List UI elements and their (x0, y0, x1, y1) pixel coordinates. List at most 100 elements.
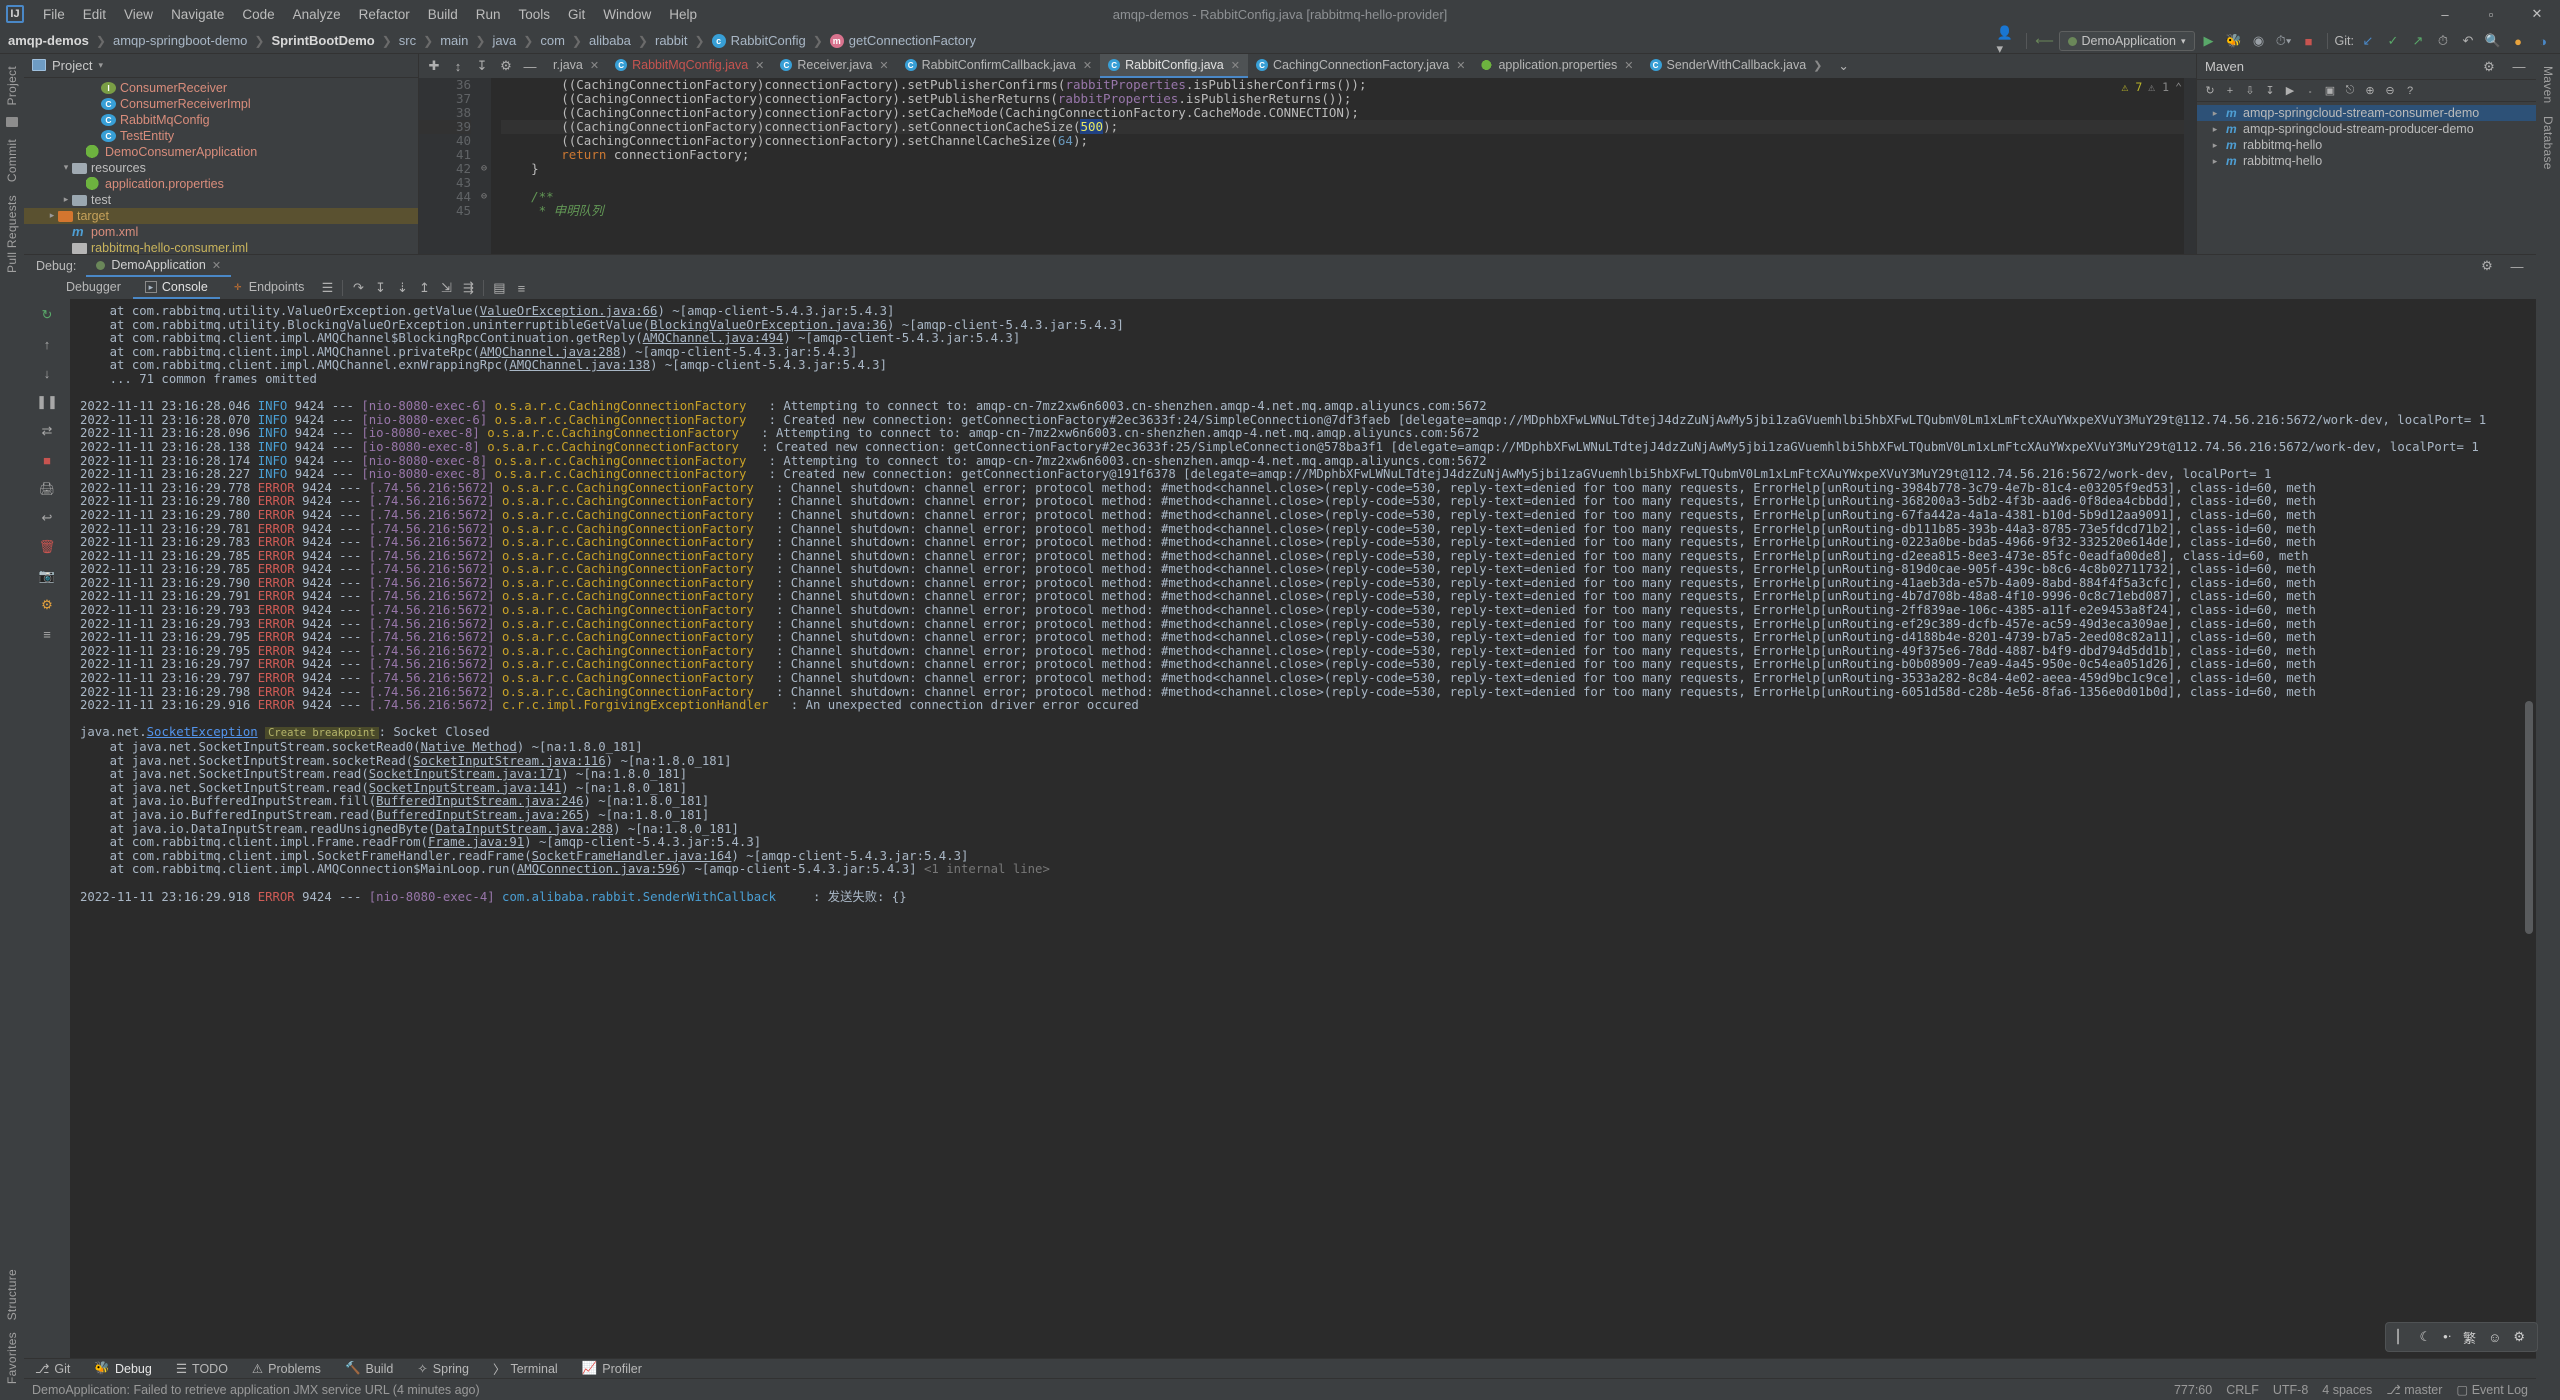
step-out-icon[interactable]: ↥ (413, 277, 435, 299)
maven-skip-tests-icon[interactable]: 𝅃 (2301, 82, 2319, 100)
indent-setting[interactable]: 4 spaces (2322, 1383, 2372, 1397)
chevron-down-icon[interactable]: ▾ (98, 60, 103, 71)
ime-bar-icon[interactable]: ▏ (2398, 1329, 2408, 1345)
fold-marker[interactable] (477, 134, 491, 148)
git-commit-icon[interactable]: ✓ (2382, 30, 2404, 52)
tab-console[interactable]: ▸ Console (132, 277, 220, 299)
console-stack-line[interactable]: at com.rabbitmq.client.impl.AMQChannel.p… (80, 345, 2536, 360)
code-line[interactable]: ((CachingConnectionFactory)connectionFac… (501, 119, 2184, 134)
chevron-right-icon[interactable]: ▸ (2209, 140, 2221, 151)
run-to-cursor-icon[interactable]: ⇶ (457, 277, 479, 299)
breadcrumb-item-6[interactable]: com (540, 33, 565, 48)
layout-settings-icon[interactable]: ≡ (510, 277, 532, 299)
console-stack-line[interactable]: at com.rabbitmq.utility.ValueOrException… (80, 304, 2536, 319)
ime-pinyin-icon[interactable]: •ᐧ (2443, 1329, 2451, 1345)
console-stack-line[interactable]: at java.io.BufferedInputStream.read(Buff… (80, 808, 2536, 823)
maven-download-icon[interactable]: ↧ (2261, 82, 2279, 100)
strip-item-structure[interactable]: Structure (5, 1269, 19, 1320)
code-line[interactable]: ((CachingConnectionFactory)connectionFac… (501, 92, 2184, 106)
menu-item-refactor[interactable]: Refactor (350, 5, 419, 24)
menu-item-help[interactable]: Help (660, 5, 706, 24)
close-icon[interactable]: ✕ (879, 59, 888, 72)
breadcrumb-item-3[interactable]: src (399, 33, 416, 48)
inspection-widget[interactable]: ⚠ 7 ⚠ 1 ⌃ (2121, 80, 2182, 94)
chevron-right-icon[interactable]: ▸ (60, 194, 72, 205)
chevron-down-icon[interactable]: ▾ (60, 162, 72, 173)
close-icon[interactable]: ✕ (1231, 59, 1240, 72)
maven-tree[interactable]: ▸ m amqp-springcloud-stream-consumer-demo ▸… (2197, 102, 2536, 169)
tab-endpoints[interactable]: ✛ Endpoints (220, 277, 317, 299)
console-stack-line[interactable]: at java.net.SocketInputStream.read(Socke… (80, 767, 2536, 782)
ime-settings-icon[interactable]: ⚙ (2513, 1329, 2525, 1345)
revert-icon[interactable]: ↶ (2457, 30, 2479, 52)
run-configuration-selector[interactable]: DemoApplication ▾ (2058, 31, 2195, 51)
close-icon[interactable]: ✕ (590, 59, 599, 72)
menu-item-analyze[interactable]: Analyze (284, 5, 350, 24)
tool-button-git[interactable]: ⎇ Git (32, 1359, 73, 1378)
ime-traditional-icon[interactable]: 繁 (2463, 1328, 2476, 1347)
source-link[interactable]: Native Method (421, 740, 517, 754)
maven-run-icon[interactable]: ▶ (2281, 82, 2299, 100)
editor-tab-6[interactable]: application.properties ✕ (1473, 54, 1641, 78)
tree-node[interactable]: m pom.xml (24, 224, 418, 240)
source-link[interactable]: SocketInputStream.java:116 (413, 754, 606, 768)
fold-marker[interactable] (477, 92, 491, 106)
breadcrumb-item-5[interactable]: java (492, 33, 516, 48)
close-icon[interactable]: ✕ (755, 59, 764, 72)
search-icon[interactable]: 🔍 (2482, 30, 2504, 52)
breadcrumb-item-2[interactable]: SprintBootDemo (271, 33, 374, 48)
editor-tab-0[interactable]: r.java ✕ (545, 54, 607, 78)
close-icon[interactable]: ✕ (1624, 59, 1633, 72)
fold-marker[interactable] (477, 176, 491, 190)
code-area[interactable]: 36 37 38 39 40 41 42 43 44 45 ⊖ ⊖ ((CachingConnect… (419, 78, 2196, 254)
step-into-icon[interactable]: ↧ (369, 277, 391, 299)
editor-tab-3[interactable]: C RabbitConfirmCallback.java ✕ (897, 54, 1100, 78)
code-line[interactable]: ((CachingConnectionFactory)connectionFac… (501, 134, 2184, 148)
menu-item-run[interactable]: Run (467, 5, 510, 24)
fold-marker[interactable] (477, 148, 491, 162)
maven-tree-node[interactable]: ▸ m amqp-springcloud-stream-producer-demo (2197, 121, 2536, 137)
chevron-right-icon[interactable]: ▸ (2209, 108, 2221, 119)
maven-expand-icon[interactable]: ⊕ (2361, 82, 2379, 100)
caret-position[interactable]: 777:60 (2174, 1383, 2212, 1397)
maven-reload-icon[interactable]: ↻ (2201, 82, 2219, 100)
menu-item-git[interactable]: Git (559, 5, 594, 24)
console-stack-line[interactable]: at java.net.SocketInputStream.socketRead… (80, 740, 2536, 755)
editor-tab-2[interactable]: C Receiver.java ✕ (772, 54, 896, 78)
console-menu-icon[interactable]: ☰ (316, 277, 338, 299)
tool-button-debug[interactable]: 🐝 Debug (91, 1359, 154, 1378)
strip-item-project[interactable]: Project (5, 66, 19, 105)
close-icon[interactable]: ✕ (1456, 59, 1465, 72)
fold-marker[interactable] (477, 120, 491, 134)
strip-item-database[interactable]: Database (2541, 116, 2555, 170)
menu-item-navigate[interactable]: Navigate (162, 5, 233, 24)
fold-gutter[interactable]: ⊖ ⊖ (477, 78, 491, 254)
source-link[interactable]: BlockingValueOrException.java:36 (650, 318, 887, 332)
git-branch[interactable]: ⎇ master (2386, 1382, 2442, 1397)
tab-overflow-button[interactable]: ⌄ (1830, 54, 1856, 78)
force-step-into-icon[interactable]: ⇣ (391, 277, 413, 299)
code-line[interactable]: ((CachingConnectionFactory)connectionFac… (501, 78, 2184, 92)
maven-add-icon[interactable]: + (2221, 82, 2239, 100)
back-arrow-icon[interactable]: ⟵ (2034, 30, 2056, 52)
code-line[interactable] (501, 176, 2184, 190)
hide-icon[interactable]: — (519, 55, 541, 77)
tree-node[interactable]: ▸ test (24, 192, 418, 208)
tool-button-todo[interactable]: ☰ TODO (173, 1359, 231, 1378)
console-stack-line[interactable]: at com.rabbitmq.client.impl.AMQChannel.e… (80, 359, 2536, 373)
menu-item-build[interactable]: Build (419, 5, 467, 24)
evaluate-expression-icon[interactable]: ▤ (488, 277, 510, 299)
tree-node[interactable]: C ConsumerReceiverImpl (24, 96, 418, 112)
tool-button-problems[interactable]: ⚠ Problems (249, 1359, 324, 1378)
collapse-all-icon[interactable]: ↧ (471, 55, 493, 77)
console-stack-line[interactable]: at java.io.DataInputStream.readUnsignedB… (80, 822, 2536, 837)
profile-icon[interactable]: ⏱▾ (2273, 30, 2295, 52)
maven-tree-node[interactable]: ▸ m rabbitmq-hello (2197, 153, 2536, 169)
file-encoding[interactable]: UTF-8 (2273, 1383, 2308, 1397)
down-arrow-icon[interactable]: ↓ (37, 363, 57, 383)
tool-button-build[interactable]: 🔨 Build (342, 1359, 396, 1378)
run-icon[interactable]: ▶ (2198, 30, 2220, 52)
editor-tab-7[interactable]: C SenderWithCallback.java ❯ (1642, 54, 1831, 78)
wrap-icon[interactable]: ↩ (37, 508, 57, 528)
rerun-icon[interactable]: ↻ (37, 305, 57, 325)
